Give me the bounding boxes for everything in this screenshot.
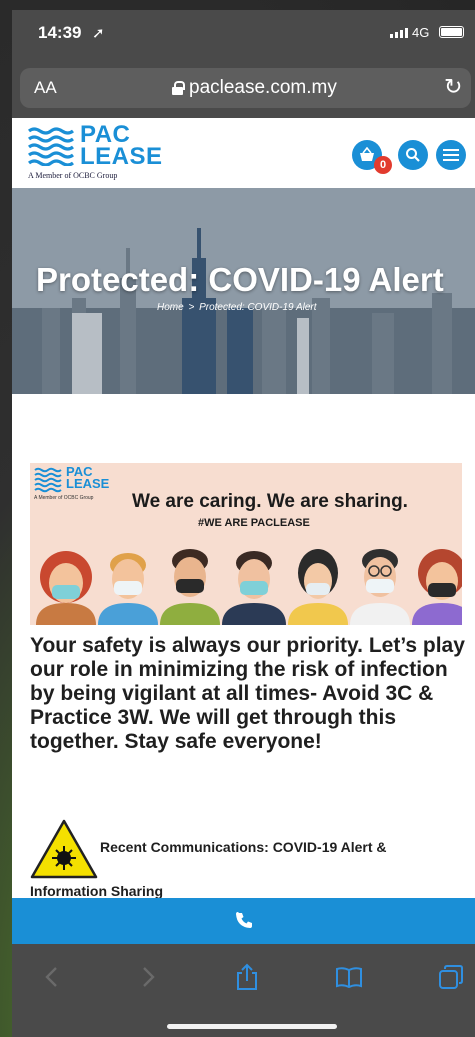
hero-banner: Protected: COVID-19 Alert Home > Protect… — [12, 188, 475, 394]
search-button[interactable] — [398, 140, 428, 170]
search-icon — [406, 148, 420, 162]
hamburger-icon — [443, 149, 459, 161]
phone-screen: 14:39 ➚ 4G AA paclease.com.my ↻ PAC LEAS… — [12, 10, 475, 1037]
web-page: PAC LEASE A Member of OCBC Group 0 Prote… — [12, 118, 475, 898]
location-arrow-icon: ➚ — [92, 25, 105, 42]
masked-people-illustration — [36, 549, 462, 625]
recent-communications: Recent Communications: COVID-19 Alert & … — [30, 818, 470, 898]
browser-toolbar — [12, 944, 475, 1037]
bookmarks-icon[interactable] — [334, 962, 364, 992]
signal-icon — [390, 28, 408, 38]
covid-campaign-banner: PAC LEASE A Member of OCBC Group We are … — [30, 463, 462, 625]
share-icon[interactable] — [232, 962, 262, 992]
call-button[interactable] — [12, 898, 475, 944]
url-text: paclease.com.my — [189, 77, 337, 98]
home-indicator[interactable] — [167, 1024, 337, 1029]
banner-tagline: We are caring. We are sharing. — [132, 491, 408, 512]
battery-icon — [439, 26, 464, 38]
waves-logo-icon — [28, 127, 74, 166]
basket-icon — [360, 147, 374, 161]
menu-button[interactable] — [436, 140, 466, 170]
network-type: 4G — [412, 25, 430, 40]
logo-member-text: A Member of OCBC Group — [28, 171, 118, 180]
forward-icon[interactable] — [134, 962, 164, 992]
logo-line2: LEASE — [80, 143, 163, 170]
banner-logo-wordmark: PAC LEASE — [66, 465, 110, 491]
page-title: Protected: COVID-19 Alert — [36, 261, 444, 298]
site-header: PAC LEASE A Member of OCBC Group 0 — [12, 118, 475, 188]
waves-logo-icon — [34, 467, 62, 493]
banner-logo-member: A Member of OCBC Group — [34, 495, 94, 501]
recent-communications-title[interactable]: Recent Communications: COVID-19 Alert & — [100, 839, 387, 855]
url-display[interactable]: paclease.com.my — [172, 77, 337, 99]
breadcrumb-separator: > — [188, 302, 195, 313]
status-time: 14:39 — [38, 23, 82, 42]
logo-wordmark: PAC LEASE — [80, 123, 163, 170]
cart-count-badge: 0 — [374, 156, 392, 174]
lock-icon — [172, 81, 185, 95]
safety-message: Your safety is always our priority. Let’… — [30, 634, 465, 753]
recent-communications-title-cont[interactable]: Information Sharing — [30, 883, 163, 898]
banner-logo-line2: LEASE — [66, 476, 110, 491]
banner-hashtag: #WE ARE PACLEASE — [198, 517, 310, 529]
back-icon[interactable] — [36, 962, 66, 992]
address-bar[interactable]: AA paclease.com.my ↻ — [20, 68, 471, 108]
breadcrumb-current: Protected: COVID-19 Alert — [199, 302, 317, 313]
breadcrumb-home-link[interactable]: Home — [157, 302, 184, 313]
biohazard-warning-icon — [30, 819, 98, 879]
reload-icon[interactable]: ↻ — [444, 74, 462, 100]
tabs-icon[interactable] — [436, 962, 466, 992]
text-size-button[interactable]: AA — [34, 78, 57, 98]
breadcrumb: Home > Protected: COVID-19 Alert — [157, 302, 317, 313]
status-bar: 14:39 ➚ 4G — [12, 10, 475, 58]
phone-icon — [235, 912, 252, 928]
